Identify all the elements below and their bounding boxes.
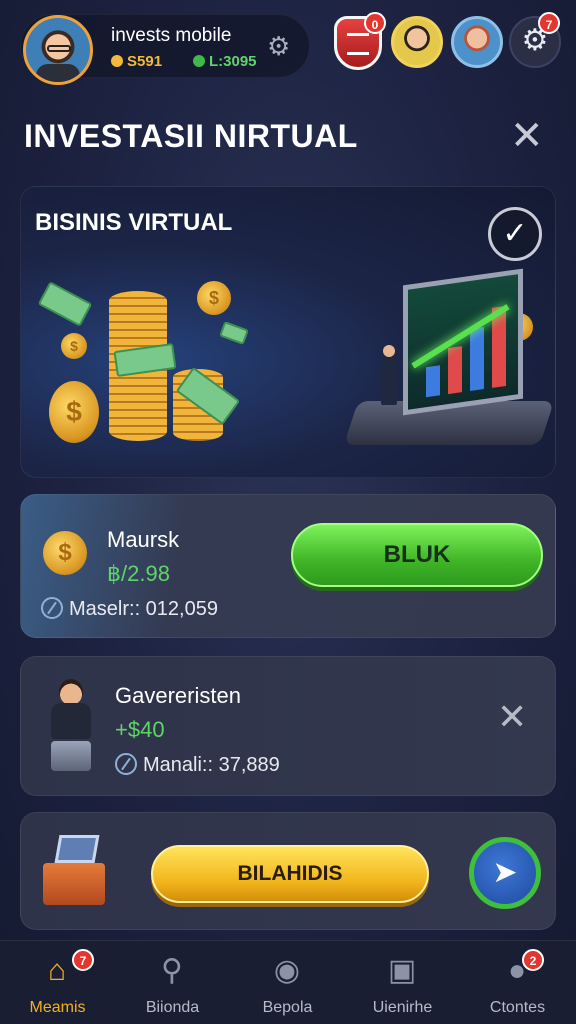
banknote-icon (219, 321, 249, 345)
nav-badge: 2 (522, 949, 544, 971)
nav-label: Biionda (145, 999, 200, 1016)
glasses-detail (47, 45, 71, 52)
nav-item-home[interactable]: ⌂ 7 Meamis (0, 941, 115, 1024)
chart-bar (448, 346, 462, 395)
action-card[interactable]: BILAHIDIS ➤ (20, 812, 556, 930)
hero-title: BISINIS VIRTUAL (35, 209, 233, 236)
investment-meta-text: Manali:: 37,889 (143, 754, 280, 776)
investment-card[interactable]: Gavereristen +$40 Manali:: 37,889 ✕ (20, 656, 556, 796)
nav-item-search[interactable]: ⚲ Biionda (115, 941, 230, 1024)
nav-item-profile[interactable]: ● 2 Ctontes (460, 941, 575, 1024)
chart-monitor-icon (403, 268, 523, 416)
businessman-icon (45, 679, 101, 775)
gear-icon[interactable]: ⚙ (267, 33, 290, 59)
nav-item-portfolio[interactable]: ▣ Uienirhe (345, 941, 460, 1024)
nav-label: Uienirhe (372, 999, 433, 1016)
close-icon[interactable]: ✕ (510, 112, 544, 160)
avatar[interactable] (23, 15, 93, 85)
app-name: invests mobile (111, 25, 232, 46)
close-icon[interactable]: ✕ (497, 697, 527, 737)
investment-name: Maursk (107, 527, 180, 552)
nav-badge: 7 (72, 949, 94, 971)
home-icon: ⌂ (47, 954, 67, 987)
chart-bar (426, 365, 440, 398)
friend-avatar-1[interactable] (391, 16, 443, 68)
dollar-coin-icon: $ (43, 531, 87, 575)
compass-icon (41, 597, 63, 619)
send-button[interactable]: ➤ (469, 837, 541, 909)
cash-stat: L:3095 (193, 53, 257, 70)
chart-bar (470, 327, 484, 392)
dollar-coin-icon: $ (197, 281, 231, 315)
friend-avatar-2[interactable] (451, 16, 503, 68)
compass-icon (115, 753, 137, 775)
buy-button[interactable]: BLUK (291, 523, 543, 587)
investment-value: ฿/2.98 (107, 561, 170, 586)
nav-label: Bepola (262, 999, 313, 1016)
investment-name: Gavereristen (115, 683, 241, 708)
action-button[interactable]: BILAHIDIS (151, 845, 429, 903)
hero-card[interactable]: BISINIS VIRTUAL ✓ $ $ $ $ (20, 186, 556, 478)
investment-meta: Maselr:: 012,059 (41, 597, 218, 621)
coins-value: S591 (127, 53, 163, 70)
portfolio-icon: ▣ (387, 954, 417, 987)
investment-card[interactable]: $ Maursk ฿/2.98 Maselr:: 012,059 BLUK (20, 494, 556, 638)
investment-value: +$40 (115, 717, 165, 742)
investment-meta-text: Maselr:: 012,059 (69, 598, 218, 620)
globe-icon: ◉ (273, 954, 301, 987)
check-icon[interactable]: ✓ (488, 207, 542, 261)
suit-detail (36, 64, 80, 82)
nav-label: Ctontes (489, 999, 546, 1016)
profile-pill[interactable]: invests mobile S591 L:3095 ⚙ (20, 14, 310, 85)
cash-value: L:3095 (209, 53, 257, 70)
search-icon: ⚲ (161, 954, 183, 987)
coin-icon (111, 55, 123, 67)
investor-figure (381, 345, 397, 405)
shield-icon (347, 33, 369, 55)
box-icon (43, 835, 107, 905)
settings-badge: 7 (538, 12, 560, 34)
banknote-icon (37, 281, 93, 327)
investment-meta: Manali:: 37,889 (115, 753, 280, 777)
send-icon: ➤ (492, 856, 518, 889)
dollar-coin-icon: $ (61, 333, 87, 359)
cash-icon (193, 55, 205, 67)
bottom-nav: ⌂ 7 Meamis ⚲ Biionda ◉ Bepola ▣ Uienirhe… (0, 940, 576, 1024)
page-title: INVESTASII NIRTUAL (24, 118, 358, 154)
nav-label: Meamis (29, 999, 86, 1016)
nav-item-globe[interactable]: ◉ Bepola (230, 941, 345, 1024)
shield-badge: 0 (364, 12, 386, 34)
dollar-coin-icon: $ (49, 381, 99, 443)
coins-stat: S591 (111, 53, 162, 70)
